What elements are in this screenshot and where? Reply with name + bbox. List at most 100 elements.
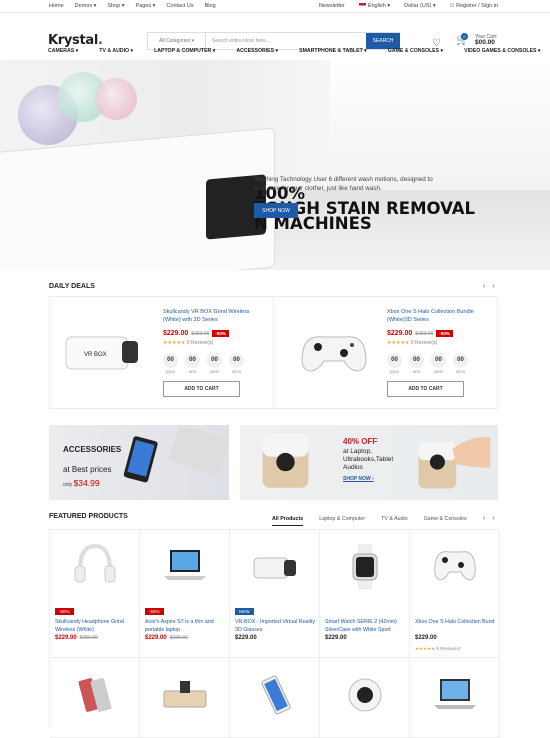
hero-banner: 100% TOUGH STAIN REMOVAL N MACHINES Washin… xyxy=(0,60,550,270)
xbox-controller-image[interactable] xyxy=(294,327,374,377)
account-label: Register / Sign in xyxy=(456,3,498,9)
deal-price-current: $229.00 xyxy=(163,330,189,337)
top-link-contact[interactable]: Contact Us xyxy=(166,3,193,9)
product-card: -50% Skullcandy Headphone Grind Wireless… xyxy=(50,530,140,658)
product-card xyxy=(230,658,320,738)
add-to-cart-button[interactable]: ADD TO CART xyxy=(387,381,464,397)
product-price: $229.00 xyxy=(325,635,347,641)
timer-unit: HRS xyxy=(412,370,421,374)
discount-badge: -50% xyxy=(212,330,229,337)
account-link[interactable]: ⚇ Register / Sign in xyxy=(450,3,498,9)
hero-line3: N MACHINES xyxy=(254,214,372,233)
timer-value: 00 xyxy=(387,353,402,368)
next-arrow-icon[interactable]: › xyxy=(492,515,494,522)
product-name[interactable]: Skullcandy Headphone Grind Wireless (Whi… xyxy=(55,619,137,634)
vr-box-logo: VR BOX xyxy=(84,352,107,358)
language-select[interactable]: English ▾ xyxy=(358,3,390,9)
tab-tv-audio[interactable]: TV & Audio xyxy=(381,516,408,526)
product-card xyxy=(320,658,410,738)
laptop-image[interactable] xyxy=(430,673,480,718)
timer-hours: 00 HRS xyxy=(185,353,200,374)
timer-value: 00 xyxy=(229,353,244,368)
smart-watch-image[interactable] xyxy=(340,544,390,589)
menu-game[interactable]: GAME & CONSOLES ▾ xyxy=(388,48,443,54)
tab-laptop[interactable]: Laptop & Computer xyxy=(319,516,365,526)
speaker-hand-image xyxy=(418,437,491,489)
top-link-demos[interactable]: Demos ▾ xyxy=(75,3,97,9)
prev-arrow-icon[interactable]: ‹ xyxy=(483,515,485,522)
tab-game[interactable]: Game & Consoles xyxy=(424,516,467,526)
timer-secs: 00 SECS xyxy=(453,353,468,374)
banner-subtitle: at Best prices xyxy=(63,465,112,474)
laptop-sale-banner[interactable]: 40% OFF at Laptop, Ultrabooks,Tablet Aud… xyxy=(240,425,498,500)
product-name[interactable]: Xbox One S Halo Collection Bund xyxy=(415,619,497,627)
360-camera-image[interactable] xyxy=(340,673,390,718)
banner-shop-now-link[interactable]: SHOP NOW › xyxy=(343,476,374,482)
top-link-blog[interactable]: Blog xyxy=(205,3,216,9)
deal-item: VR BOX Skullcandy VR BOX Grind Wireless … xyxy=(50,297,274,408)
deal-name[interactable]: Xbox One S Halo Collection Bundle (White… xyxy=(387,309,487,324)
timer-unit: SECS xyxy=(455,370,466,374)
cart-count-badge: 0 xyxy=(461,33,468,40)
menu-laptop[interactable]: LAPTOP & COMPUTER ▾ xyxy=(154,48,215,54)
product-badge: -50% xyxy=(55,608,74,615)
timer-unit: MINS xyxy=(434,370,443,374)
timer-value: 00 xyxy=(431,353,446,368)
product-old-price: $280.00 xyxy=(169,635,188,641)
newsletter-link[interactable]: Newsletter xyxy=(319,3,345,9)
banner-off: 40% OFF xyxy=(343,437,378,446)
banner-text: at Laptop, Ultrabooks,Tablet Audios xyxy=(343,448,394,471)
deal-item: Xbox One S Halo Collection Bundle (White… xyxy=(274,297,497,408)
main-menu: CAMERAS ▾ TV & AUDIO ▾ LAPTOP & COMPUTER… xyxy=(0,42,541,59)
currency-select[interactable]: Dollar (US) ▾ xyxy=(404,3,436,9)
menu-tv-audio[interactable]: TV & AUDIO ▾ xyxy=(99,48,133,54)
product-name[interactable]: Acer's Aspire S7 is a thin and portable … xyxy=(145,619,227,634)
product-price-current: $229.00 xyxy=(55,635,77,641)
timer-hours: 00 HRS xyxy=(409,353,424,374)
product-price: $229.00 xyxy=(235,635,257,641)
daily-deals-title: DAILY DEALS xyxy=(49,283,95,290)
top-link-pages[interactable]: Pages ▾ xyxy=(136,3,156,9)
smartphone-image[interactable] xyxy=(70,673,120,718)
accessories-banner[interactable]: ACCESSORIES at Best prices only $34.99 xyxy=(49,425,229,500)
deal-old-price: $280.00 xyxy=(191,331,210,337)
featured-title: FEATURED PRODUCTS xyxy=(49,513,128,520)
timer-unit: DAYS xyxy=(165,370,176,374)
shop-now-button[interactable]: SHOP NOW xyxy=(254,203,298,218)
top-link-shop[interactable]: Shop ▾ xyxy=(107,3,124,9)
product-card xyxy=(410,658,500,738)
phone-keyboard-image xyxy=(123,428,227,483)
banner-price: $34.99 xyxy=(73,478,100,488)
tablet-image[interactable] xyxy=(250,673,300,718)
product-card xyxy=(50,658,140,738)
deal-name[interactable]: Skullcandy VR BOX Grind Wireless (White)… xyxy=(163,309,263,324)
menu-smartphone[interactable]: SMARTPHONE & TABLET ▾ xyxy=(299,48,367,54)
topbar: Home Demos ▾ Shop ▾ Pages ▾ Contact Us B… xyxy=(0,0,550,13)
next-arrow-icon[interactable]: › xyxy=(492,283,494,290)
laptop-image[interactable] xyxy=(160,544,210,589)
featured-arrows: ‹ › xyxy=(483,515,495,522)
banner-price-line: only $34.99 xyxy=(63,478,100,488)
product-name[interactable]: VR-BOX - Imported Virtual Reality 3D Gla… xyxy=(235,619,317,634)
tab-all-products[interactable]: All Products xyxy=(272,516,304,526)
headphone-image[interactable] xyxy=(70,542,120,587)
product-card: Smart Watch SERIE 2 (42mm) SilverCase wi… xyxy=(320,530,410,658)
banner-title: ACCESSORIES xyxy=(63,445,122,454)
menu-cameras[interactable]: CAMERAS ▾ xyxy=(48,48,78,54)
speaker-dock-image[interactable] xyxy=(160,673,210,718)
vr-glasses-image[interactable] xyxy=(250,544,300,589)
menu-accessories[interactable]: ACCESSORIES ▾ xyxy=(236,48,278,54)
menu-video-games[interactable]: VIDEO GAMES & CONSOLES ▾ xyxy=(464,48,540,54)
speaker-image xyxy=(262,432,309,488)
add-to-cart-button[interactable]: ADD TO CART xyxy=(163,381,240,397)
product-name[interactable]: Smart Watch SERIE 2 (42mm) SilverCase wi… xyxy=(325,619,407,634)
prev-arrow-icon[interactable]: ‹ xyxy=(483,283,485,290)
xbox-controller-image[interactable] xyxy=(430,544,480,589)
timer-unit: HRS xyxy=(188,370,197,374)
timer-mins: 00 MINS xyxy=(207,353,222,374)
product-card: NEW VR-BOX - Imported Virtual Reality 3D… xyxy=(230,530,320,658)
top-link-home[interactable]: Home xyxy=(49,3,64,9)
vr-box-image[interactable]: VR BOX xyxy=(62,327,142,377)
timer-unit: SECS xyxy=(231,370,242,374)
deal-price: $229.00 $280.00 -50% xyxy=(163,330,229,337)
